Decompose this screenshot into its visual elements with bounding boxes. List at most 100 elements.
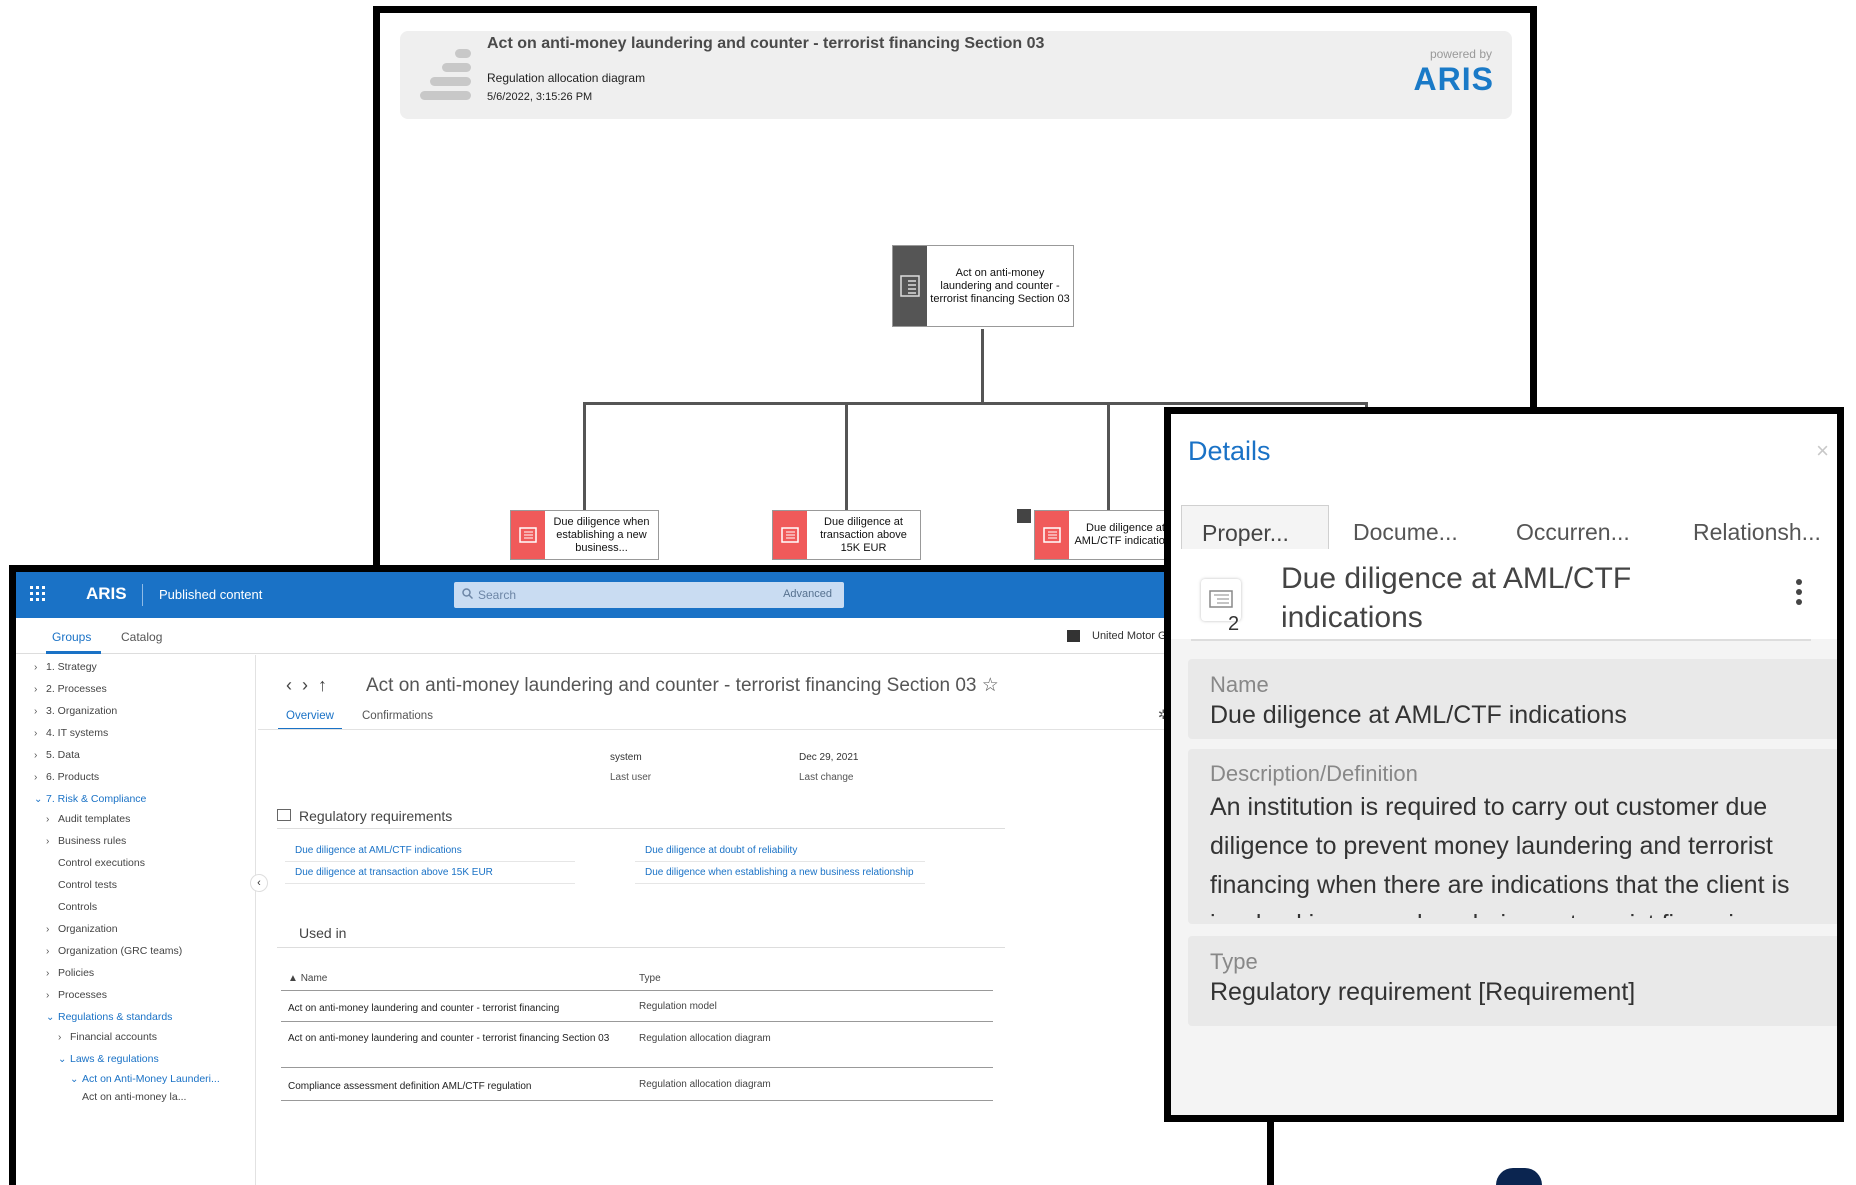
divider	[285, 883, 575, 884]
advanced-search-link[interactable]: Advanced	[783, 588, 832, 600]
tree-item-label: Act on anti-money la...	[82, 1091, 187, 1103]
property-value: An institution is required to carry out …	[1210, 793, 1790, 918]
diagram-node-requirement[interactable]: Due diligence at AML/CTF indications	[1034, 510, 1183, 560]
connector	[583, 402, 1367, 405]
tree-item-label: Organization	[58, 923, 118, 935]
diagram-node-requirement[interactable]: Due diligence at transaction above 15K E…	[772, 510, 921, 560]
property-label: Type	[1210, 949, 1258, 974]
divider	[281, 1067, 993, 1068]
divider	[277, 947, 1005, 948]
tree-item[interactable]: › Processes	[46, 989, 107, 1001]
tab-documents[interactable]: Docume...	[1353, 519, 1458, 546]
table-cell-name[interactable]: Act on anti-money laundering and counter…	[288, 1031, 618, 1046]
details-body: Details × Proper... Docume... Occurren..…	[1171, 414, 1837, 1115]
tree-item-label: Controls	[58, 901, 98, 913]
search-input[interactable]: Search Advanced	[454, 582, 844, 608]
app-name[interactable]: ARIS	[86, 584, 127, 604]
tab-label: Proper...	[1202, 520, 1289, 546]
tree-item[interactable]: › Audit templates	[46, 813, 130, 825]
tab-properties[interactable]: Proper...	[1181, 505, 1329, 551]
tree-item[interactable]: ⌄ Regulations & standards	[46, 1011, 172, 1023]
tree-item-label: Control executions	[58, 857, 145, 869]
tree-item[interactable]: ⌄ Act on Anti-Money Launderi...	[70, 1073, 220, 1085]
table-cell-name[interactable]: Compliance assessment definition AML/CTF…	[288, 1079, 618, 1094]
chevron-down-icon: ⌄	[58, 1054, 67, 1065]
tree-item-label: Processes	[58, 989, 108, 1001]
regulation-icon	[893, 246, 927, 326]
requirement-link[interactable]: Due diligence when establishing a new bu…	[645, 867, 914, 878]
requirement-link[interactable]: Due diligence at doubt of reliability	[645, 845, 797, 856]
tree-item[interactable]: Act on anti-money la...	[82, 1091, 186, 1103]
chevron-right-icon: ›	[34, 750, 38, 761]
app-launcher-icon[interactable]	[30, 586, 48, 604]
connector	[1107, 402, 1110, 519]
tree-item[interactable]: › Business rules	[46, 835, 126, 847]
tab-confirmations[interactable]: Confirmations	[362, 710, 433, 722]
tree-item[interactable]: › 4. IT systems	[34, 727, 108, 739]
diagram-node-root[interactable]: Act on anti-money laundering and counter…	[892, 245, 1074, 327]
chevron-right-icon: ›	[34, 662, 38, 673]
tree-item[interactable]: Control executions	[58, 857, 145, 869]
navigation-arrows[interactable]: ‹›↑	[286, 675, 337, 696]
tab-groups[interactable]: Groups	[52, 630, 91, 644]
tree-item[interactable]: › 3. Organization	[34, 705, 117, 717]
diagram-node-requirement[interactable]: Due diligence when establishing a new bu…	[510, 510, 659, 560]
tree-item[interactable]: › 5. Data	[34, 749, 80, 761]
divider	[635, 861, 925, 862]
tree-item[interactable]: ⌄ 7. Risk & Compliance	[34, 793, 146, 805]
chevron-right-icon: ›	[34, 728, 38, 739]
section-heading: Used in	[299, 925, 347, 941]
tree-item-label: Act on Anti-Money Launderi...	[82, 1073, 220, 1085]
details-header	[1171, 414, 1837, 497]
divider	[258, 729, 1267, 730]
tree-item[interactable]: › Organization (GRC teams)	[46, 945, 182, 957]
column-header-type[interactable]: Type	[639, 973, 661, 984]
column-header-label: Name	[300, 973, 328, 984]
tree-item-label: 3. Organization	[46, 705, 118, 717]
tree-item[interactable]: Control tests	[58, 879, 117, 891]
tree-item[interactable]: › 2. Processes	[34, 683, 107, 695]
connector	[583, 402, 586, 519]
tab-catalog[interactable]: Catalog	[121, 630, 162, 644]
close-icon[interactable]: ×	[1816, 438, 1829, 464]
tab-occurrences[interactable]: Occurren...	[1516, 519, 1630, 546]
divider	[142, 584, 143, 606]
last-user-value: system	[610, 752, 642, 763]
property-card-type: Type Regulatory requirement [Requirement…	[1188, 936, 1837, 1026]
tab-relationships[interactable]: Relationsh...	[1693, 519, 1821, 546]
requirement-icon	[277, 809, 291, 821]
chevron-right-icon: ›	[46, 924, 50, 935]
database-name[interactable]: United Motor Gr	[1092, 630, 1170, 642]
tree-item-label: 1. Strategy	[46, 661, 97, 673]
object-header: 2 Due diligence at AML/CTF indications	[1171, 549, 1837, 639]
diagram-type: Regulation allocation diagram	[487, 71, 646, 85]
tree-item[interactable]: › 1. Strategy	[34, 661, 97, 673]
tree-item[interactable]: Controls	[58, 901, 97, 913]
top-bar: ARIS Published content Search Advanced	[16, 572, 1267, 618]
tree-item[interactable]: › Policies	[46, 967, 94, 979]
more-options-icon[interactable]	[1796, 579, 1802, 607]
column-header-name[interactable]: ▲ Name	[288, 973, 327, 984]
tree-item-label: Policies	[58, 967, 95, 979]
requirement-icon	[1035, 511, 1069, 559]
tree-item-label: Control tests	[58, 879, 117, 891]
tab-overview[interactable]: Overview	[286, 710, 334, 722]
divider	[281, 1021, 993, 1022]
tree-item-label: Regulations & standards	[58, 1011, 173, 1023]
details-title: Details	[1188, 436, 1271, 466]
tree-item-label: 7. Risk & Compliance	[46, 793, 147, 805]
tree-item-label: 2. Processes	[46, 683, 107, 695]
node-label: Due diligence when establishing a new bu…	[553, 515, 650, 554]
chevron-right-icon: ›	[34, 684, 38, 695]
diagram-header: Act on anti-money laundering and counter…	[400, 31, 1512, 119]
table-cell-type: Regulation allocation diagram	[639, 1079, 771, 1090]
tree-item[interactable]: › Financial accounts	[58, 1031, 157, 1043]
requirement-link[interactable]: Due diligence at AML/CTF indications	[295, 845, 462, 856]
table-cell-name[interactable]: Act on anti-money laundering and counter…	[288, 1001, 618, 1016]
tree-item[interactable]: › 6. Products	[34, 771, 99, 783]
navigation-tree: › 1. Strategy › 2. Processes › 3. Organizat…	[16, 655, 256, 1185]
tree-item[interactable]: › Organization	[46, 923, 118, 935]
tree-item[interactable]: ⌄ Laws & regulations	[58, 1053, 159, 1065]
diagram-date: 5/6/2022, 3:15:26 PM	[487, 91, 593, 103]
requirement-link[interactable]: Due diligence at transaction above 15K E…	[295, 867, 493, 878]
